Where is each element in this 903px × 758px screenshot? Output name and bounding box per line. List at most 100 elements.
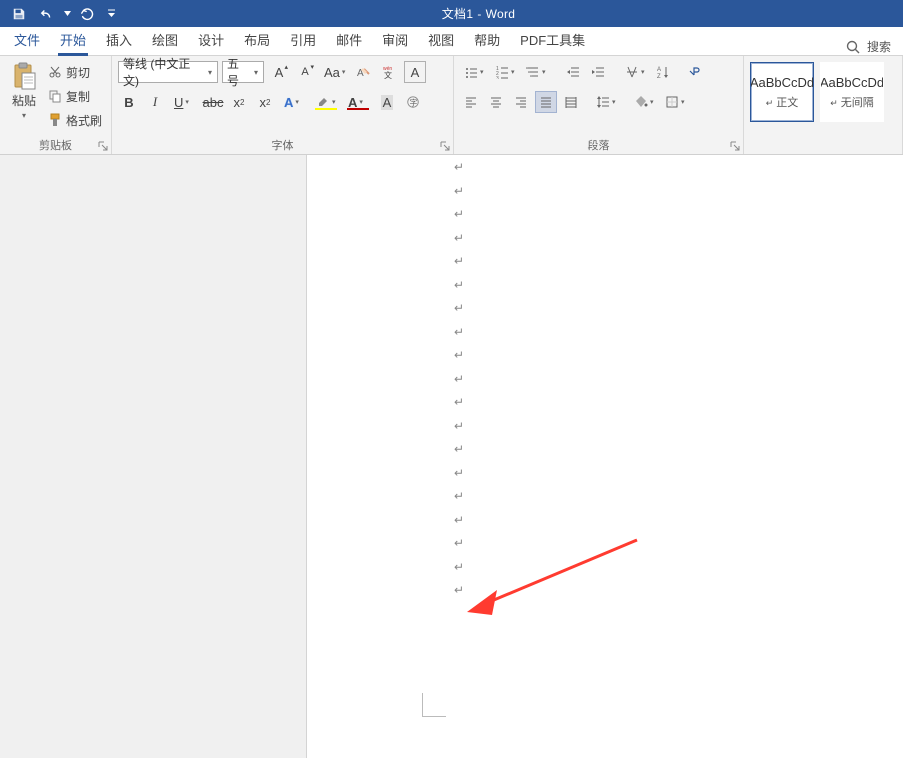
character-shading-button[interactable]: A [376, 91, 398, 113]
tab-insert[interactable]: 插入 [96, 24, 142, 55]
bullets-button[interactable]: ▾ [460, 61, 488, 83]
align-right-button[interactable] [510, 91, 532, 113]
copy-button[interactable]: 复制 [48, 86, 102, 106]
ribbon: 粘贴 ▾ 剪切 复制 格式刷 剪贴板 [0, 56, 903, 155]
multilevel-list-button[interactable]: ▾ [522, 61, 550, 83]
align-center-button[interactable] [485, 91, 507, 113]
line-spacing-button[interactable]: ▾ [592, 91, 620, 113]
clipboard-launcher[interactable] [97, 140, 109, 152]
paste-button[interactable]: 粘贴 ▾ [6, 60, 42, 120]
undo-dropdown[interactable] [62, 11, 72, 16]
tab-design[interactable]: 设计 [188, 24, 234, 55]
paragraph-launcher[interactable] [729, 140, 741, 152]
clipboard-group-label: 剪贴板 [39, 137, 72, 153]
font-group-label: 字体 [272, 137, 294, 153]
navigation-pane[interactable] [0, 155, 307, 758]
paragraph-mark-icon: ↵ [454, 326, 464, 338]
paragraph-marks: ↵↵↵↵↵↵↵↵↵↵↵↵↵↵↵↵↵↵↵ [454, 161, 464, 596]
paragraph-mark-icon: ↵ [454, 443, 464, 455]
group-styles: AaBbCcDd ↵ 正文 AaBbCcDd ↵ 无间隔 [744, 56, 903, 154]
style-no-spacing[interactable]: AaBbCcDd ↵ 无间隔 [820, 62, 884, 122]
underline-button[interactable]: U▾ [170, 91, 198, 113]
clear-formatting-button[interactable]: A [352, 61, 374, 83]
save-button[interactable] [6, 3, 32, 25]
strikethrough-button[interactable]: abc [202, 91, 224, 113]
tab-references[interactable]: 引用 [280, 24, 326, 55]
style-normal[interactable]: AaBbCcDd ↵ 正文 [750, 62, 814, 122]
subscript-button[interactable]: x2 [228, 91, 250, 113]
font-size-combo[interactable]: 五号▾ [222, 61, 264, 83]
cut-label: 剪切 [66, 64, 90, 81]
format-painter-button[interactable]: 格式刷 [48, 110, 102, 130]
redo-button[interactable] [74, 3, 100, 25]
clipboard-icon [11, 62, 37, 90]
paragraph-mark-icon: ↵ [454, 537, 464, 549]
decrease-indent-button[interactable] [562, 61, 584, 83]
paragraph-mark-icon: ↵ [454, 232, 464, 244]
shrink-font-button[interactable]: A▾ [294, 61, 316, 83]
text-effects-button[interactable]: A▾ [280, 91, 308, 113]
asian-layout-button[interactable]: ▾ [621, 61, 649, 83]
enclose-characters-button[interactable]: 字 [402, 91, 424, 113]
tab-pdf-tools[interactable]: PDF工具集 [510, 24, 595, 55]
increase-indent-button[interactable] [587, 61, 609, 83]
change-case-button[interactable]: Aa▾ [320, 61, 348, 83]
highlight-button[interactable]: ▾ [312, 91, 340, 113]
shading-button[interactable]: ▾ [630, 91, 658, 113]
tab-mailings[interactable]: 邮件 [326, 24, 372, 55]
sort-button[interactable]: AZ [652, 61, 680, 83]
paragraph-mark-icon: ↵ [454, 584, 464, 596]
show-hide-marks-button[interactable] [683, 61, 705, 83]
tab-home[interactable]: 开始 [50, 24, 96, 55]
paragraph-mark-icon: ↵ [454, 185, 464, 197]
qat-customize-dropdown[interactable] [102, 9, 120, 18]
font-name-value: 等线 (中文正文) [123, 55, 205, 89]
tab-layout[interactable]: 布局 [234, 24, 280, 55]
font-launcher[interactable] [439, 140, 451, 152]
search-label: 搜索 [867, 38, 891, 55]
tab-view[interactable]: 视图 [418, 24, 464, 55]
copy-label: 复制 [66, 88, 90, 105]
search-box[interactable]: 搜索 [845, 38, 903, 55]
paste-label: 粘贴 [12, 92, 36, 109]
paragraph-mark-icon: ↵ [454, 514, 464, 526]
font-size-value: 五号 [227, 55, 251, 89]
bold-button[interactable]: B [118, 91, 140, 113]
titlebar: 文档1-Word [0, 0, 903, 27]
tab-file[interactable]: 文件 [4, 24, 50, 55]
italic-button[interactable]: I [144, 91, 166, 113]
borders-button[interactable]: ▾ [661, 91, 689, 113]
grow-font-button[interactable]: A▴ [268, 61, 290, 83]
tab-review[interactable]: 审阅 [372, 24, 418, 55]
paragraph-mark-icon: ↵ [454, 467, 464, 479]
document-page[interactable]: ↵↵↵↵↵↵↵↵↵↵↵↵↵↵↵↵↵↵↵ [307, 155, 903, 758]
svg-text:字: 字 [410, 98, 418, 108]
svg-text:Z: Z [657, 74, 661, 79]
align-left-button[interactable] [460, 91, 482, 113]
copy-icon [48, 89, 62, 103]
cut-button[interactable]: 剪切 [48, 62, 102, 82]
style-normal-label: 正文 [776, 97, 798, 109]
font-color-button[interactable]: A▾ [344, 91, 372, 113]
document-name: 文档1 [442, 7, 474, 21]
paragraph-group-label: 段落 [588, 137, 610, 153]
paragraph-mark-icon: ↵ [454, 373, 464, 385]
phonetic-guide-button[interactable]: wén文 [378, 61, 400, 83]
paragraph-mark-icon: ↵ [454, 302, 464, 314]
svg-text:A: A [657, 67, 661, 73]
quick-access-toolbar [6, 3, 120, 25]
font-name-combo[interactable]: 等线 (中文正文)▾ [118, 61, 218, 83]
page-viewport[interactable]: ↵↵↵↵↵↵↵↵↵↵↵↵↵↵↵↵↵↵↵ [307, 155, 903, 758]
character-border-button[interactable]: A [404, 61, 426, 83]
align-justify-button[interactable] [535, 91, 557, 113]
superscript-button[interactable]: x2 [254, 91, 276, 113]
paragraph-mark-icon: ↵ [454, 561, 464, 573]
paragraph-mark-icon: ↵ [454, 349, 464, 361]
group-clipboard: 粘贴 ▾ 剪切 复制 格式刷 剪贴板 [0, 56, 112, 154]
tab-draw[interactable]: 绘图 [142, 24, 188, 55]
tab-help[interactable]: 帮助 [464, 24, 510, 55]
style-no-spacing-label: 无间隔 [841, 97, 874, 109]
undo-button[interactable] [34, 3, 60, 25]
numbering-button[interactable]: 123▾ [491, 61, 519, 83]
distributed-button[interactable] [560, 91, 582, 113]
